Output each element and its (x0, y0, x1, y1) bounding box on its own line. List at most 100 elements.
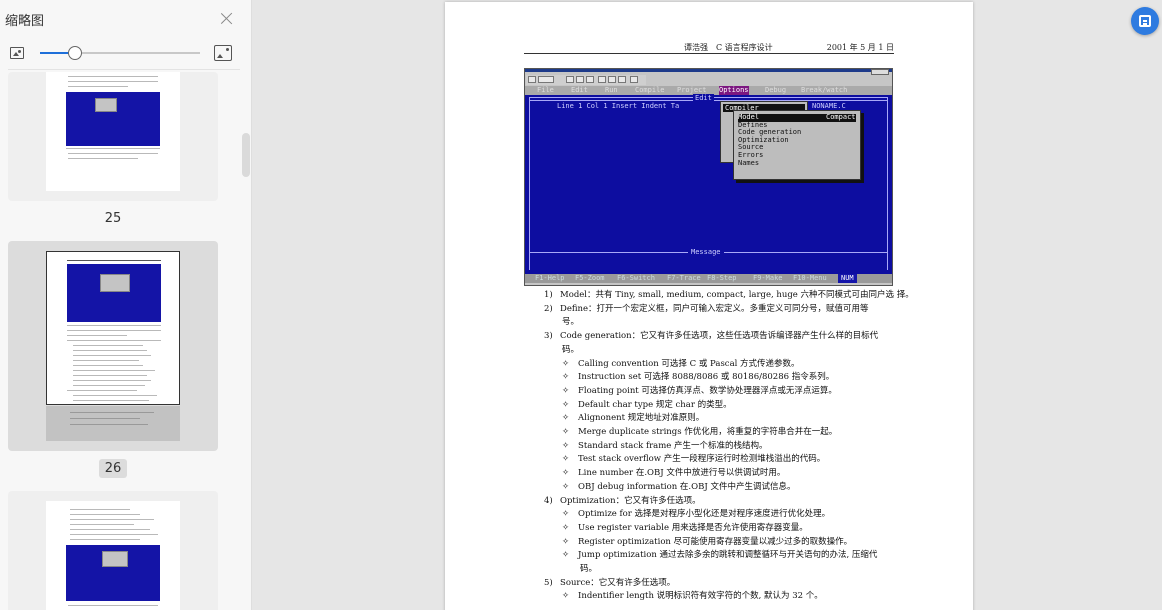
list-number: 4) (544, 495, 553, 506)
edit-window-label: Edit (693, 94, 714, 102)
thumbnail-image (46, 72, 180, 191)
list-number: 2) (544, 303, 553, 314)
line-text: OBJ debug information 在.OBJ 文件中产生调试信息。 (578, 481, 796, 492)
line-text: Line number 在.OBJ 文件中放进行号以供调试时用。 (578, 468, 786, 479)
header-rule (524, 53, 894, 54)
text-line: ✧ Jump optimization 通过去除多余的跳转和调整循环与开关语句的办… (562, 549, 877, 563)
function-key: F10-Menu (793, 274, 827, 282)
thumbnail-image (46, 251, 180, 405)
bullet-icon: ✧ (562, 591, 570, 602)
line-text: Standard stack frame 产生一个标准的栈结构。 (578, 440, 768, 451)
line-text: Register optimization 尽可能使用寄存器变量以减少过多的取数… (578, 536, 853, 547)
dos-menu-item: Edit (571, 86, 588, 94)
line-text: Optimization：它又有许多任选项。 (560, 495, 701, 506)
line-text: Floating point 可选择仿真浮点、数学协处理器浮点或无浮点运算。 (578, 385, 837, 396)
bullet-icon: ✧ (562, 522, 570, 533)
window-controls (871, 69, 889, 75)
text-line: ✧ Merge duplicate strings 作优化用，将重复的字符串合并在… (562, 426, 837, 440)
page-number: 25 (104, 211, 122, 226)
filename: NONAME.C (812, 102, 846, 110)
submenu-item: Names (738, 158, 760, 168)
line-text: Calling convention 可选择 C 或 Pascal 方式传递参数… (578, 358, 800, 369)
document-viewer[interactable]: 谭浩强 C 语言程序设计 2001 年 5 月 1 日 File Edit Run C… (252, 0, 1162, 610)
text-line: 1) Model：共有 Tiny, small, medium, compact,… (544, 289, 914, 303)
text-line: 5) Source：它又有许多任选项。 (544, 577, 675, 591)
text-line: 号。 (562, 317, 580, 328)
line-text: Alignonent 规定地址对准原则。 (578, 413, 705, 424)
page-number-selected: 26 (8, 459, 218, 478)
thumbnail-page-26[interactable] (8, 241, 218, 451)
message-label: Message (688, 248, 724, 256)
dos-menu-item: File (537, 86, 554, 94)
text-line: ✧ Calling convention 可选择 C 或 Pascal 方式传递参… (562, 358, 800, 372)
bullet-icon: ✧ (562, 358, 570, 369)
line-text: Source：它又有许多任选项。 (560, 577, 676, 588)
header-date: 2001 年 5 月 1 日 (826, 43, 894, 52)
line-text: Define：打开一个宏定义框，同户可输入宏定义。多重定义可同分号，赋值可用等 (560, 303, 869, 314)
text-line: ✧ OBJ debug information 在.OBJ 文件中产生调试信息。 (562, 481, 795, 495)
submenu-item-value: Compact (826, 113, 856, 121)
scrollbar[interactable] (242, 133, 250, 177)
text-line: ✧ Floating point 可选择仿真浮点、数学协处理器浮点或无浮点运算。 (562, 385, 837, 399)
convert-button[interactable] (1131, 7, 1159, 35)
editor-area: Edit Line 1 Col 1 Insert Indent Ta NONAM… (525, 94, 892, 274)
dos-menu-item: Debug (765, 86, 787, 94)
close-icon[interactable] (219, 11, 235, 27)
num-lock-indicator: NUM (838, 274, 857, 283)
line-text: Indentifier length 说明标识符有效字符的个数, 默认为 32 … (578, 591, 823, 602)
submenu-item-label: Names (738, 158, 760, 167)
line-text: Merge duplicate strings 作优化用，将重复的字符串合并在一… (578, 427, 838, 437)
text-line: ✧ Standard stack frame 产生一个标准的栈结构。 (562, 440, 768, 454)
zoom-out-image-icon[interactable] (10, 47, 24, 59)
text-line: ✧ Test stack overflow 产生一段程序运行时检测堆栈溢出的代码。 (562, 453, 825, 467)
text-line: ✧ Instruction set 可选择 8088/8086 或 80186/8… (562, 371, 834, 385)
list-number: 3) (544, 331, 553, 342)
compiler-submenu: Model Compact Defines Code generation Optimi… (733, 110, 861, 180)
thumbnail-page-25[interactable] (8, 72, 218, 201)
text-line: 码。 (580, 564, 598, 574)
thumbnail-sidebar: 缩略图 25 26 (0, 0, 252, 610)
function-key: F8-Step (707, 274, 737, 282)
text-line: ✧ Line number 在.OBJ 文件中放进行号以供调试时用。 (562, 467, 785, 481)
line-text: Default char type 规定 char 的类型。 (578, 399, 732, 410)
zoom-in-image-icon[interactable] (214, 45, 232, 61)
turbo-c-screenshot: File Edit Run Compile Project Options Debug Bre… (524, 68, 893, 286)
dos-menu-item: Break/watch (801, 86, 848, 94)
text-line: ✧ Use register variable 用来选择是否允许使用寄存器变量。 (562, 522, 808, 536)
bullet-icon: ✧ (562, 385, 570, 396)
sidebar-title: 缩略图 (5, 14, 45, 29)
thumbnail-page-27[interactable] (8, 491, 218, 610)
text-line: ✧ Indentifier length 说明标识符有效字符的个数, 默认为 32… (562, 590, 823, 604)
window-titlebar (525, 69, 892, 72)
text-line: ✧ Default char type 规定 char 的类型。 (562, 399, 732, 413)
function-key: F9-Make (753, 274, 783, 282)
text-line: ✧ Register optimization 尽可能使用寄存器变量以减少过多的取… (562, 536, 852, 550)
text-line: ✧ Alignonent 规定地址对准原则。 (562, 412, 704, 426)
text-line: 2) Define：打开一个宏定义框，同户可输入宏定义。多重定义可同分号，赋值可用… (544, 303, 869, 317)
line-text: Jump optimization 通过去除多余的跳转和调整循环与开关语句的办法… (578, 550, 878, 561)
header-author: 谭浩强 C 语言程序设计 (684, 43, 773, 52)
bullet-icon: ✧ (562, 440, 570, 451)
bullet-icon: ✧ (562, 427, 570, 437)
text-line: ✧ Optimize for 选择是对程序小型化还是对程序速度进行优化处理。 (562, 508, 830, 522)
bullet-icon: ✧ (562, 509, 570, 520)
function-key: F1-Help (535, 274, 565, 282)
text-line: 3) Code generation：它又有许多任选项，这些任选项告诉编译器产生什… (544, 330, 878, 344)
bullet-icon: ✧ (562, 399, 570, 410)
page-header: 谭浩强 C 语言程序设计 2001 年 5 月 1 日 (524, 42, 894, 53)
slider-handle[interactable] (68, 46, 83, 60)
dos-menu-item: Compile (635, 86, 665, 94)
dos-menu-item: Run (605, 86, 618, 94)
function-key-bar: F1-Help F5-Zoom F6-Switch F7-Trace F8-Step F9… (525, 274, 892, 283)
text-line: 4) Optimization：它又有许多任选项。 (544, 495, 701, 509)
bullet-icon: ✧ (562, 372, 570, 383)
line-text: Model：共有 Tiny, small, medium, compact, l… (560, 290, 914, 300)
text-line: 码。 (562, 344, 580, 355)
line-text: Optimize for 选择是对程序小型化还是对程序速度进行优化处理。 (578, 509, 831, 520)
bullet-icon: ✧ (562, 454, 570, 465)
thumbnail-image (46, 501, 180, 610)
line-text: Use register variable 用来选择是否允许使用寄存器变量。 (578, 522, 808, 533)
divider (8, 69, 240, 70)
bullet-icon: ✧ (562, 413, 570, 424)
thumbnail-page-overflow (46, 406, 180, 441)
